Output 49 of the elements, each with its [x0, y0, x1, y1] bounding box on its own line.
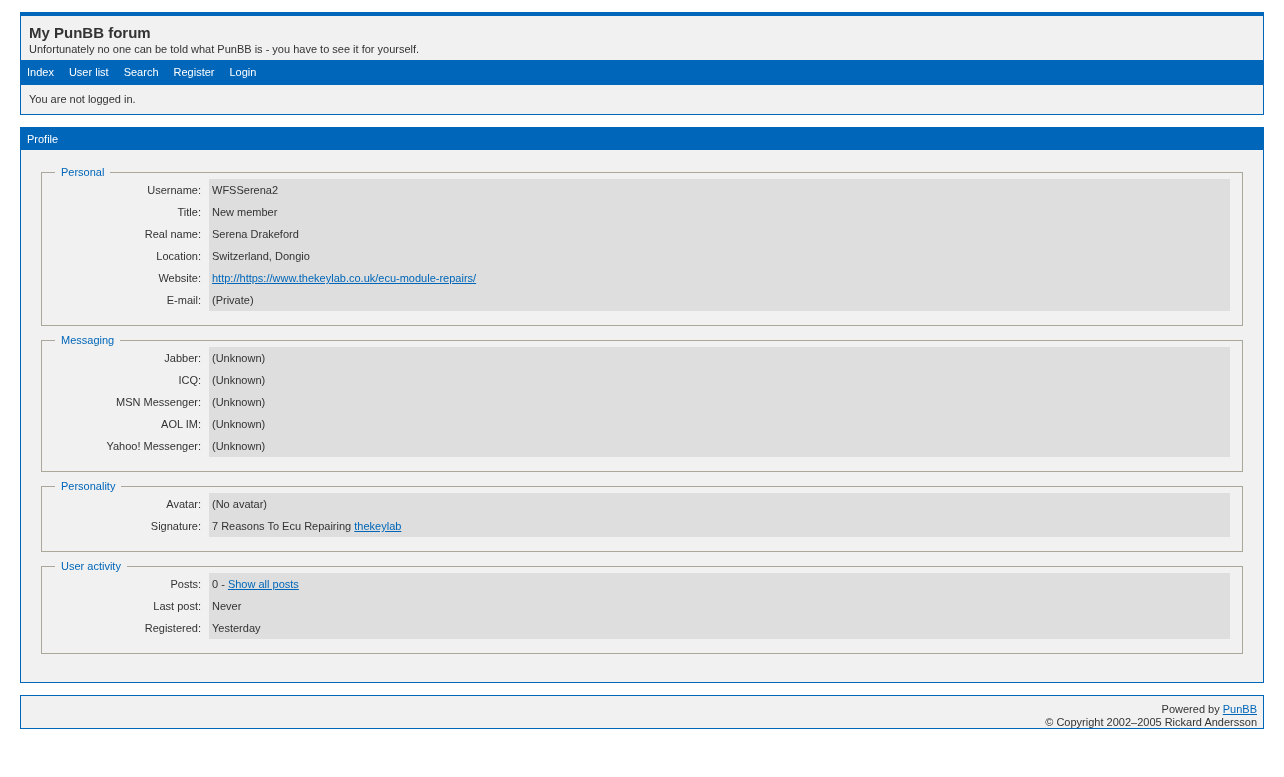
field-value: Serena Drakeford	[209, 223, 1230, 246]
forum-description: Unfortunately no one can be told what PunBB is - you have to see it for yourself.	[29, 42, 421, 57]
field-value: (Unknown)	[209, 391, 1230, 414]
value-text: 0 -	[212, 578, 225, 591]
field-label: Title:	[176, 205, 202, 221]
field-label: ICQ:	[177, 373, 202, 389]
login-status: You are not logged in.	[29, 92, 136, 105]
field-label: Yahoo! Messenger:	[105, 439, 202, 455]
field-label: Location:	[155, 249, 202, 265]
field-label: E-mail:	[165, 293, 202, 309]
field-value: (Unknown)	[209, 435, 1230, 458]
field-label: MSN Messenger:	[115, 395, 202, 411]
field-value: (Unknown)	[209, 413, 1230, 436]
field-value: (Private)	[209, 289, 1230, 312]
field-label: Jabber:	[163, 351, 202, 367]
nav-link[interactable]: Search	[123, 65, 159, 80]
nav-link[interactable]: Login	[229, 65, 257, 80]
field-value: (Unknown)	[209, 369, 1230, 392]
powered-by-text: Powered by PunBB	[1160, 702, 1257, 717]
nav-link[interactable]: User list	[68, 65, 109, 80]
field-label: Signature:	[149, 519, 202, 535]
copyright-text: © Copyright 2002–2005 Rickard Andersson	[1044, 716, 1257, 729]
nav-link[interactable]: Register	[173, 65, 215, 80]
section-legend: User activity	[55, 559, 127, 574]
profile-link[interactable]: thekeylab	[354, 520, 402, 533]
value-text: 7 Reasons To Ecu Repairing	[212, 520, 352, 533]
field-value: Never	[209, 595, 1230, 618]
field-label: Real name:	[143, 227, 202, 243]
field-value: (Unknown)	[209, 347, 1230, 370]
field-label: Registered:	[143, 621, 202, 637]
field-label: Username:	[146, 183, 202, 199]
field-value: Yesterday	[209, 617, 1230, 640]
field-value: (No avatar)	[209, 493, 1230, 516]
profile-link[interactable]: http://https://www.thekeylab.co.uk/ecu-module-repairs/	[212, 272, 477, 285]
punbb-link[interactable]: PunBB	[1222, 703, 1257, 716]
field-value: Switzerland, Dongio	[209, 245, 1230, 268]
field-label: Website:	[157, 271, 202, 287]
field-label: Last post:	[152, 599, 202, 615]
panel-title: Profile	[21, 127, 1263, 151]
field-label: Posts:	[169, 577, 202, 593]
section-legend: Messaging	[55, 333, 121, 348]
forum-title: My PunBB forum	[29, 24, 152, 42]
field-label: Avatar:	[165, 497, 202, 513]
profile-link[interactable]: Show all posts	[227, 578, 299, 591]
section-legend: Personality	[55, 479, 122, 494]
field-value: New member	[209, 201, 1230, 224]
field-value: WFSSerena2	[209, 179, 1230, 202]
nav-link[interactable]: Index	[27, 65, 54, 80]
field-label: AOL IM:	[160, 417, 202, 433]
